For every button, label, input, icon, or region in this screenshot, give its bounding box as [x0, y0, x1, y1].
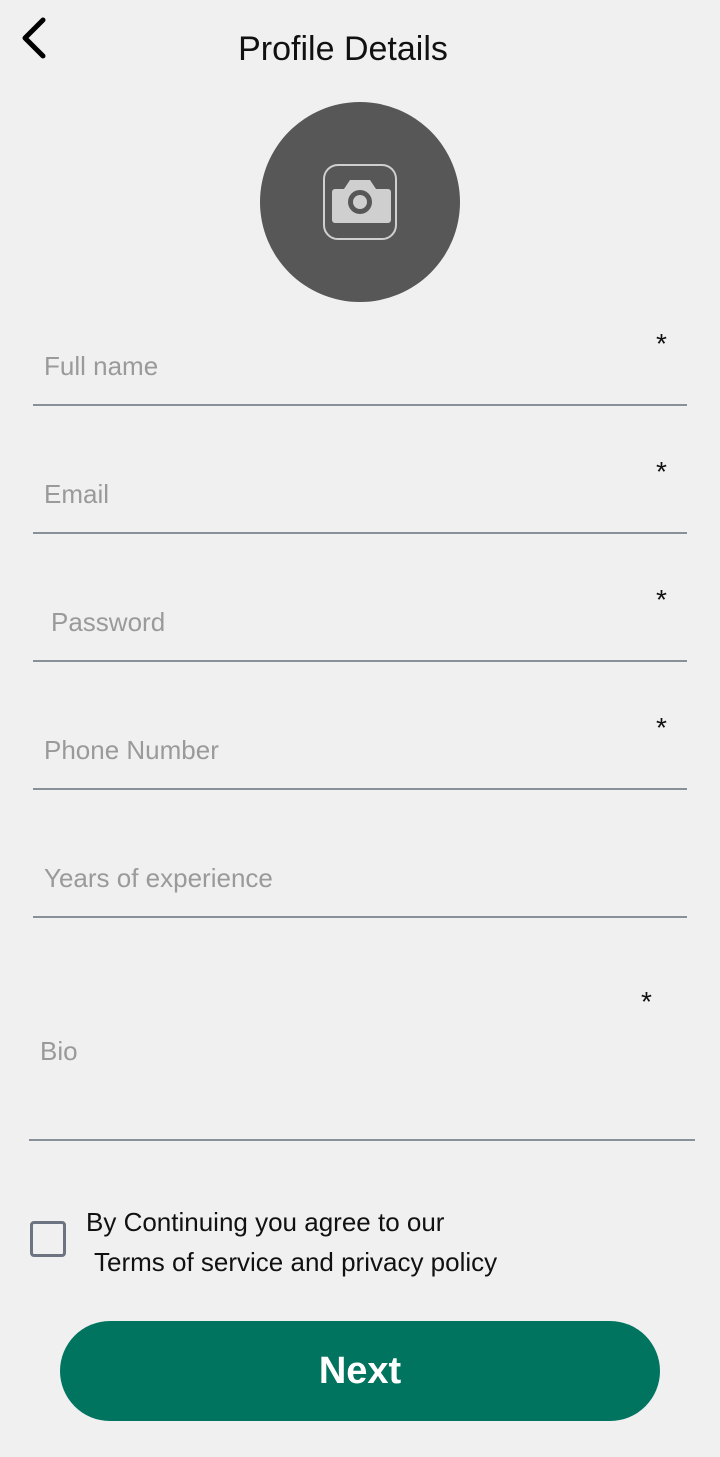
- terms-checkbox[interactable]: [30, 1221, 66, 1257]
- terms-link[interactable]: Terms of service and privacy policy: [94, 1247, 497, 1278]
- page-title: Profile Details: [238, 30, 448, 68]
- password-required-mark: *: [656, 584, 667, 615]
- bio-placeholder: Bio: [40, 1036, 78, 1066]
- password-placeholder: Password: [51, 607, 166, 637]
- experience-placeholder: Years of experience: [44, 863, 273, 893]
- phone-number-placeholder: Phone Number: [44, 735, 219, 765]
- next-button[interactable]: Next: [60, 1321, 660, 1421]
- bio-field[interactable]: Bio *: [29, 960, 695, 1141]
- email-field[interactable]: Email *: [33, 452, 687, 534]
- bio-required-mark: *: [641, 986, 652, 1017]
- email-placeholder: Email: [44, 479, 110, 509]
- terms-row: By Continuing you agree to our Terms of …: [30, 1205, 670, 1285]
- avatar-photo-picker[interactable]: [260, 102, 460, 302]
- phone-number-field[interactable]: Phone Number *: [33, 708, 687, 790]
- password-field[interactable]: Password *: [33, 580, 687, 662]
- full-name-required-mark: *: [656, 328, 667, 359]
- terms-text: By Continuing you agree to our: [86, 1207, 445, 1237]
- full-name-field[interactable]: Full name *: [33, 324, 687, 406]
- full-name-placeholder: Full name: [44, 351, 159, 381]
- experience-field[interactable]: Years of experience: [33, 836, 687, 918]
- email-required-mark: *: [656, 456, 667, 487]
- phone-number-required-mark: *: [656, 712, 667, 743]
- camera-icon: [323, 164, 397, 240]
